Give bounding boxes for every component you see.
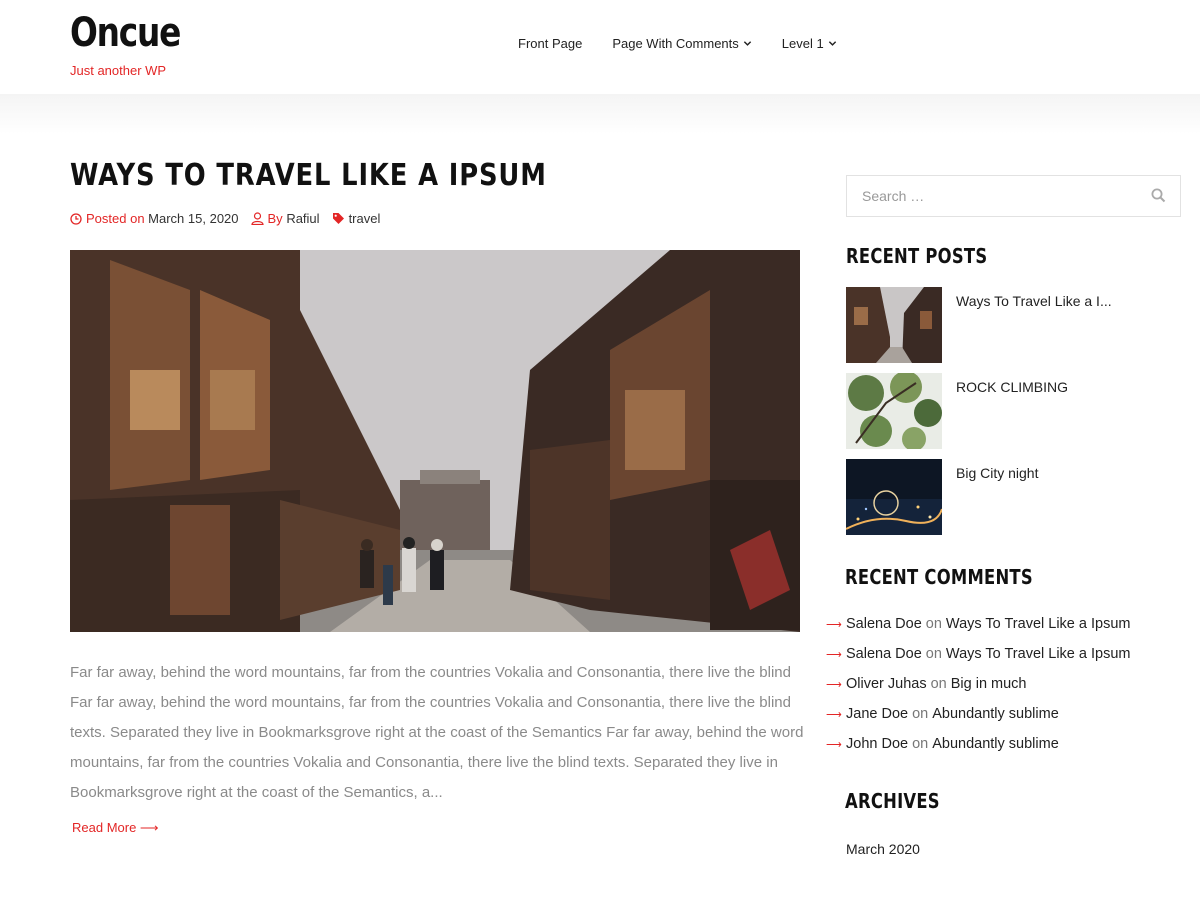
excerpt-line: Far far away, behind the word mountains,… (70, 694, 791, 711)
comment-author[interactable]: Jane Doe (846, 706, 908, 722)
comment-on-label: on (930, 676, 947, 692)
nav-item-front-page[interactable]: Front Page (518, 36, 582, 51)
recent-post-thumbnail[interactable] (846, 287, 942, 363)
recent-post-title[interactable]: Ways To Travel Like a I... (956, 293, 1112, 365)
read-more-link[interactable]: Read More ⟶ (72, 820, 159, 836)
chevron-down-icon (828, 41, 836, 46)
recent-comment-item: ⟶ Oliver Juhas on Big in much (826, 676, 1027, 692)
recent-comment-item: ⟶ Salena Doe on Ways To Travel Like a Ip… (826, 616, 1130, 632)
nav-item-label: Page With Comments (612, 36, 739, 51)
post-excerpt: Far far away, behind the word mountains,… (70, 658, 810, 808)
recent-comment-item: ⟶ Salena Doe on Ways To Travel Like a Ip… (826, 646, 1130, 662)
arrow-right-icon: ⟶ (826, 738, 842, 751)
archive-link[interactable]: March 2020 (846, 841, 920, 857)
recent-comment-item: ⟶ Jane Doe on Abundantly sublime (826, 706, 1059, 722)
comment-author[interactable]: Salena Doe (846, 646, 922, 662)
excerpt-line: mountains, far from the countries Vokali… (70, 754, 778, 771)
nav-item-level-1[interactable]: Level 1 (782, 36, 837, 51)
search-icon[interactable] (1151, 188, 1166, 203)
comment-on-label: on (925, 646, 942, 662)
nav-item-page-with-comments[interactable]: Page With Comments (612, 36, 751, 51)
user-icon (250, 212, 264, 225)
comment-post-link[interactable]: Big in much (951, 676, 1027, 692)
excerpt-line: texts. Separated they live in Bookmarksg… (70, 724, 804, 741)
post-author[interactable]: Rafiul (286, 211, 319, 226)
recent-post-thumbnail[interactable] (846, 373, 942, 449)
arrow-right-icon: ⟶ (826, 618, 842, 631)
main-nav: Front Page Page With Comments Level 1 (518, 36, 867, 51)
post-tag[interactable]: travel (349, 211, 381, 226)
posted-on-label: Posted on (86, 211, 145, 226)
chevron-down-icon (743, 41, 751, 46)
comment-post-link[interactable]: Abundantly sublime (932, 736, 1059, 752)
post-featured-image[interactable] (70, 250, 800, 632)
comment-author[interactable]: Oliver Juhas (846, 676, 927, 692)
recent-posts-title: RECENT POSTS (846, 244, 988, 268)
comment-on-label: on (912, 736, 929, 752)
comment-post-link[interactable]: Ways To Travel Like a Ipsum (946, 646, 1131, 662)
comment-post-link[interactable]: Abundantly sublime (932, 706, 1059, 722)
archives-title: ARCHIVES (845, 789, 940, 813)
arrow-right-icon: ⟶ (826, 648, 842, 661)
site-header: Oncue Just another WP Front Page Page Wi… (0, 0, 1200, 94)
search-form (846, 175, 1181, 217)
recent-comment-item: ⟶ John Doe on Abundantly sublime (826, 736, 1059, 752)
header-shadow-band (0, 94, 1200, 134)
recent-post-item[interactable]: ROCK CLIMBING (846, 373, 1186, 451)
arrow-right-icon: ⟶ (826, 708, 842, 721)
recent-post-thumbnail[interactable] (846, 459, 942, 535)
comment-on-label: on (925, 616, 942, 632)
clock-icon (70, 212, 82, 225)
recent-post-item[interactable]: Big City night (846, 459, 1186, 537)
recent-post-title[interactable]: Big City night (956, 465, 1038, 537)
search-input[interactable] (847, 176, 1127, 216)
tag-icon (332, 213, 344, 224)
post-meta: Posted on March 15, 2020 By Rafiul trave… (70, 211, 392, 226)
comment-post-link[interactable]: Ways To Travel Like a Ipsum (946, 616, 1131, 632)
post-date[interactable]: March 15, 2020 (148, 211, 238, 226)
comment-author[interactable]: John Doe (846, 736, 908, 752)
by-label: By (267, 211, 283, 226)
comment-on-label: on (912, 706, 929, 722)
arrow-right-icon: ⟶ (826, 678, 842, 691)
excerpt-line: Bookmarksgrove right at the coast of the… (70, 784, 443, 801)
recent-post-item[interactable]: Ways To Travel Like a I... (846, 287, 1186, 365)
recent-post-title[interactable]: ROCK CLIMBING (956, 379, 1068, 451)
nav-item-label: Level 1 (781, 36, 824, 51)
comment-author[interactable]: Salena Doe (846, 616, 922, 632)
recent-comments-title: RECENT COMMENTS (845, 565, 1033, 589)
excerpt-line: Far far away, behind the word mountains,… (70, 664, 791, 681)
nav-item-label: Front Page (518, 36, 583, 51)
site-title[interactable]: Oncue (70, 10, 181, 56)
site-tagline: Just another WP (70, 63, 167, 78)
post-title[interactable]: WAYS TO TRAVEL LIKE A IPSUM (70, 158, 547, 193)
